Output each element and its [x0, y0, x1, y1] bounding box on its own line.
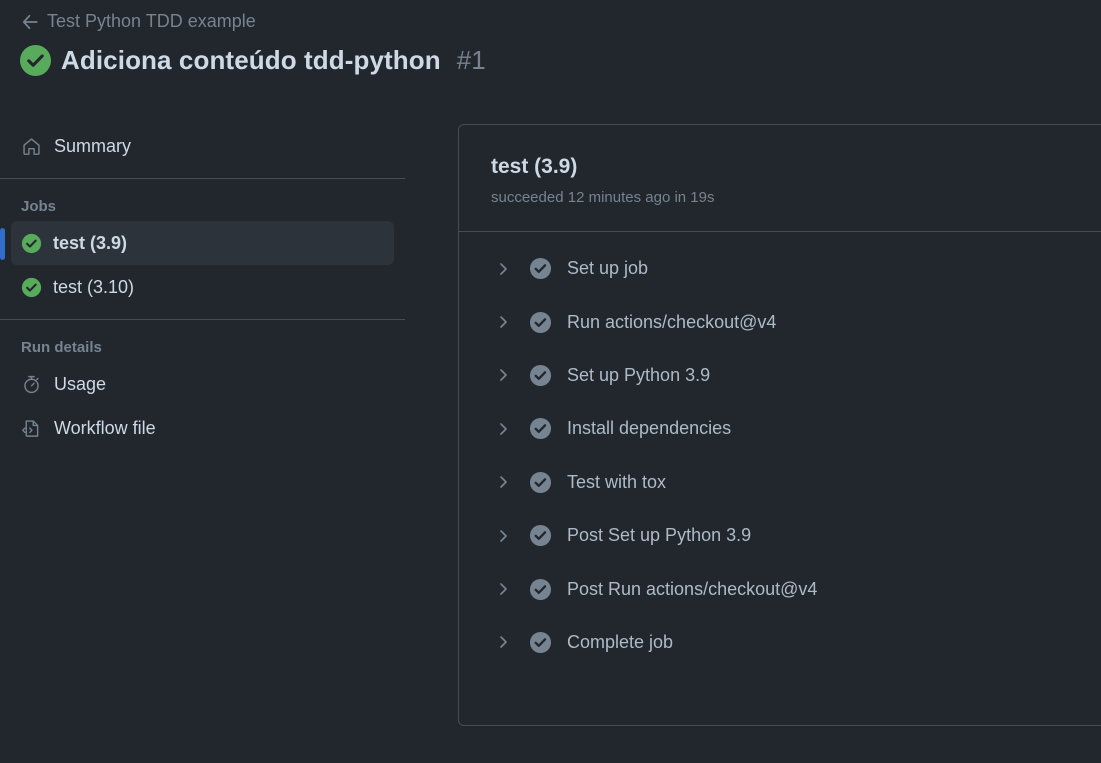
check-circle-fill-icon — [20, 45, 51, 76]
chevron-right-icon — [500, 476, 507, 489]
step-row[interactable]: Post Run actions/checkout@v4 — [459, 562, 1101, 615]
chevron-right-icon — [500, 262, 507, 275]
step-row[interactable]: Post Set up Python 3.9 — [459, 509, 1101, 562]
step-label: Set up job — [567, 258, 649, 279]
step-row[interactable]: Install dependencies — [459, 402, 1101, 455]
step-row[interactable]: Set up Python 3.9 — [459, 349, 1101, 402]
stopwatch-icon — [24, 375, 39, 393]
run-title: Adiciona conteúdo tdd-python #1 — [20, 45, 486, 76]
job-label: test (3.10) — [53, 276, 135, 297]
sidebar-item-workflow-file[interactable]: Workflow file — [0, 406, 405, 450]
job-panel-header: test (3.9) succeeded 12 minutes ago in 1… — [459, 125, 1101, 232]
run-number: #1 — [456, 45, 486, 75]
check-circle-fill-icon — [529, 471, 552, 493]
home-icon — [23, 137, 40, 155]
chevron-right-icon — [500, 529, 507, 542]
check-circle-fill-icon — [529, 311, 552, 333]
back-link-label: Test Python TDD example — [47, 11, 256, 31]
step-list: Set up job Run actions/checkout@v4 Set u… — [459, 232, 1101, 669]
sidebar-job-test-3-9[interactable]: test (3.9) — [0, 221, 394, 265]
jobs-heading: Jobs — [21, 197, 57, 215]
sidebar-item-usage[interactable]: Usage — [0, 362, 405, 406]
step-label: Run actions/checkout@v4 — [567, 311, 777, 332]
chevron-right-icon — [500, 423, 507, 435]
step-label: Post Set up Python 3.9 — [567, 525, 752, 546]
step-label: Test with tox — [567, 471, 667, 492]
back-link[interactable]: Test Python TDD example — [21, 11, 256, 32]
step-row[interactable]: Run actions/checkout@v4 — [459, 295, 1101, 348]
check-circle-fill-icon — [21, 277, 42, 297]
job-panel: test (3.9) succeeded 12 minutes ago in 1… — [458, 124, 1101, 726]
chevron-right-icon — [500, 583, 507, 595]
job-status-text: succeeded 12 minutes ago in 19s — [491, 189, 715, 206]
sidebar-job-test-3-10[interactable]: test (3.10) — [11, 265, 394, 309]
step-row[interactable]: Complete job — [459, 616, 1101, 669]
check-circle-fill-icon — [529, 631, 552, 653]
step-label: Set up Python 3.9 — [567, 364, 711, 385]
run-details-heading: Run details — [21, 338, 102, 356]
sidebar: Summary Jobs test (3.9) test (3.10) Run … — [0, 124, 405, 450]
sidebar-item-label: Workflow file — [54, 417, 156, 438]
sidebar-item-label: Summary — [54, 135, 132, 156]
page-title: Adiciona conteúdo tdd-python — [61, 45, 441, 75]
step-label: Complete job — [567, 631, 674, 652]
step-label: Install dependencies — [567, 418, 732, 439]
chevron-right-icon — [500, 369, 507, 382]
sidebar-divider — [0, 178, 405, 179]
check-circle-fill-icon — [21, 233, 42, 253]
file-code-icon — [22, 419, 39, 437]
sidebar-item-summary[interactable]: Summary — [0, 124, 405, 168]
sidebar-divider — [0, 319, 405, 320]
chevron-right-icon — [500, 636, 507, 649]
step-row[interactable]: Test with tox — [459, 456, 1101, 509]
check-circle-fill-icon — [529, 258, 552, 280]
job-label: test (3.9) — [53, 232, 128, 253]
check-circle-fill-icon — [529, 418, 552, 440]
arrow-left-icon — [22, 14, 38, 29]
check-circle-fill-icon — [529, 364, 552, 387]
job-title: test (3.9) — [491, 155, 578, 178]
sidebar-item-label: Usage — [54, 373, 107, 394]
check-circle-fill-icon — [529, 525, 552, 547]
chevron-right-icon — [500, 316, 507, 328]
step-row[interactable]: Set up job — [459, 242, 1101, 295]
check-circle-fill-icon — [529, 578, 552, 600]
step-label: Post Run actions/checkout@v4 — [567, 578, 818, 599]
